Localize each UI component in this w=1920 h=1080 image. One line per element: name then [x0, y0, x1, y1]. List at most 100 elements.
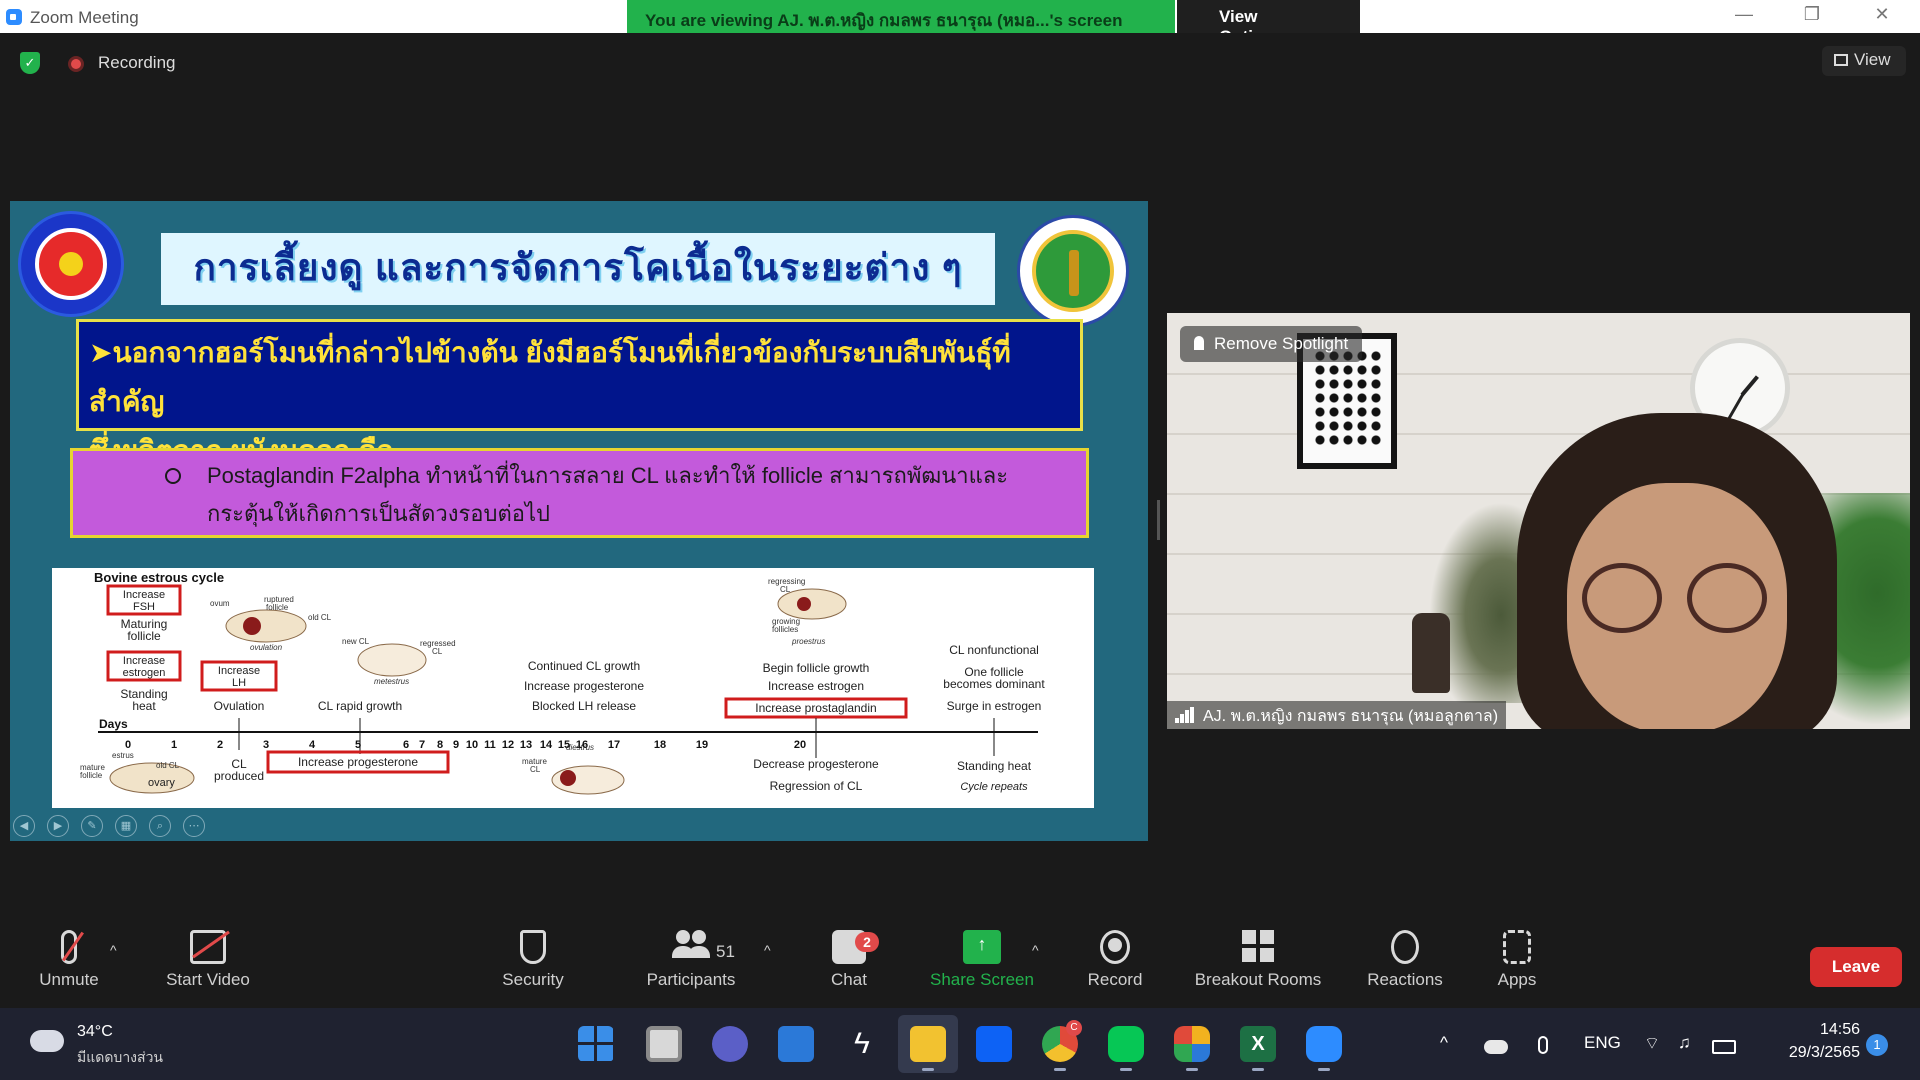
onedrive-cloud-icon[interactable] [1484, 1040, 1508, 1054]
notification-count-badge[interactable]: 1 [1866, 1034, 1888, 1056]
new-cl-label: new CL [342, 637, 370, 646]
security-label: Security [502, 970, 564, 989]
audio-options-caret-icon[interactable]: ^ [110, 942, 117, 958]
participants-icon [672, 930, 712, 964]
reactions-button[interactable]: Reactions [1354, 930, 1456, 1002]
photos-app-icon[interactable] [1174, 1026, 1210, 1071]
panel-splitter-handle[interactable] [1157, 500, 1160, 540]
ovary-label: ovary [148, 777, 175, 789]
day-tick-6: 6 [403, 739, 409, 751]
ovulation-label: Ovulation [214, 699, 265, 713]
day-tick-13: 13 [520, 739, 532, 751]
blocked-lh-label: Blocked LH release [532, 699, 636, 713]
task-view-icon[interactable] [646, 1026, 682, 1062]
language-indicator[interactable]: ENG [1584, 1033, 1621, 1053]
share-options-caret-icon[interactable]: ^ [1032, 942, 1039, 958]
day-tick-7: 7 [419, 739, 425, 751]
mail-icon[interactable] [778, 1026, 814, 1062]
line-app-icon[interactable] [1108, 1026, 1144, 1071]
day-tick-9: 9 [453, 739, 459, 751]
mature-cl-2: CL [530, 765, 541, 774]
view-button[interactable]: View [1822, 46, 1906, 76]
taskbar-date[interactable]: 29/3/2565 [1766, 1044, 1860, 1062]
security-button[interactable]: Security [492, 930, 574, 1002]
slide-purple-box: Postaglandin F2alpha ทำหน้าที่ในการสลาย … [70, 448, 1089, 538]
maturing-2: follicle [127, 629, 161, 643]
slide-blue-line1: นอกจากฮอร์โมนที่กล่าวไปข้างต้น ยังมีฮอร์… [89, 337, 1011, 417]
start-video-label: Start Video [166, 970, 250, 989]
day-tick-17: 17 [608, 739, 620, 751]
participants-caret-icon[interactable]: ^ [764, 942, 771, 958]
pin-icon [1194, 336, 1204, 350]
taskbar-time[interactable]: 14:56 [1780, 1021, 1860, 1039]
microphone-tray-icon[interactable] [1538, 1036, 1548, 1054]
weather-temperature[interactable]: 34°C [77, 1023, 113, 1041]
start-video-button[interactable]: Start Video [150, 930, 266, 1002]
tray-overflow-chevron-icon[interactable]: ^ [1440, 1033, 1448, 1053]
breakout-rooms-icon [1242, 930, 1274, 964]
zoom-taskbar-icon[interactable] [1306, 1026, 1342, 1071]
app-lightning-icon[interactable]: ϟ [844, 1026, 880, 1062]
day-tick-10: 10 [466, 739, 478, 751]
share-screen-label: Share Screen [930, 970, 1034, 989]
chat-label: Chat [831, 970, 867, 989]
day-tick-19: 19 [696, 739, 708, 751]
restore-icon[interactable]: ❐ [1792, 4, 1832, 28]
slide-pen-icon[interactable]: ✎ [81, 815, 103, 837]
participants-button[interactable]: Participants [632, 930, 750, 1002]
encryption-shield-icon[interactable]: ✓ [20, 52, 40, 74]
breakout-rooms-button[interactable]: Breakout Rooms [1184, 930, 1332, 1002]
day-tick-1: 1 [171, 739, 177, 751]
teams-chat-icon[interactable] [712, 1026, 748, 1062]
viewing-screen-banner: You are viewing AJ. พ.ต.หญิง กมลพร ธนารุ… [627, 0, 1175, 33]
os-taskbar [0, 1008, 1920, 1080]
security-shield-icon [520, 930, 546, 964]
record-button[interactable]: Record [1078, 930, 1152, 1002]
breakout-rooms-label: Breakout Rooms [1194, 970, 1322, 989]
recording-label[interactable]: Recording [98, 53, 176, 73]
ruptured-2: follicle [266, 603, 289, 612]
slide-next-icon[interactable]: ▶ [47, 815, 69, 837]
weather-sun-cloud-icon[interactable] [26, 1022, 64, 1052]
windows-start-icon[interactable] [578, 1026, 614, 1062]
glasses-right [1687, 563, 1767, 633]
slide-zoom-icon[interactable]: ⌕ [149, 815, 171, 837]
view-label: View [1854, 50, 1891, 69]
increase-estrogen-2: estrogen [123, 667, 166, 679]
mic-muted-icon [61, 930, 77, 964]
wifi-icon[interactable]: ⌔ [1644, 1033, 1660, 1054]
unmute-button[interactable]: Unmute [28, 930, 110, 1002]
slide-purple-line1: Postaglandin F2alpha ทำหน้าที่ในการสลาย … [207, 463, 1009, 488]
slide-title: การเลี้ยงดู และการจัดการโคเนื้อในระยะต่า… [161, 233, 995, 305]
diestrus-label: diestrus [566, 743, 594, 752]
file-explorer-icon[interactable] [910, 1026, 946, 1071]
volume-icon[interactable]: ♫ [1678, 1033, 1691, 1053]
slide-prev-icon[interactable]: ◀ [13, 815, 35, 837]
minimize-icon[interactable]: — [1724, 4, 1764, 28]
share-screen-button[interactable]: ↑ Share Screen [924, 930, 1040, 1002]
background-vase [1412, 613, 1450, 693]
cl-produced-2: produced [214, 769, 264, 783]
signal-bars-icon [1175, 707, 1195, 723]
leave-button[interactable]: Leave [1810, 947, 1902, 987]
apps-button[interactable]: Apps [1490, 930, 1544, 1002]
view-options-button[interactable]: View Options ⌄ [1177, 0, 1360, 46]
remove-spotlight-button[interactable]: Remove Spotlight [1180, 326, 1363, 362]
slide-more-icon[interactable]: ⋯ [183, 815, 205, 837]
battery-icon[interactable] [1712, 1040, 1736, 1054]
weather-description[interactable]: มีแดดบางส่วน [77, 1047, 163, 1069]
close-icon[interactable]: ✕ [1862, 4, 1902, 28]
ovulation-small-label: ovulation [250, 643, 283, 652]
regressing-cl-shape [797, 597, 811, 611]
spotlight-video[interactable] [1167, 313, 1910, 729]
day-tick-12: 12 [502, 739, 514, 751]
dropbox-icon[interactable] [976, 1026, 1012, 1062]
estrus-label: estrus [112, 751, 134, 760]
meeting-topbar [0, 33, 1920, 91]
regressing-2: CL [780, 585, 791, 594]
increase-fsh-2: FSH [133, 601, 155, 613]
remove-spotlight-label: Remove Spotlight [1214, 334, 1349, 353]
slide-grid-icon[interactable]: ▦ [115, 815, 137, 837]
standing-heat-label: Standing heat [957, 759, 1032, 773]
excel-icon[interactable]: X [1240, 1026, 1276, 1071]
